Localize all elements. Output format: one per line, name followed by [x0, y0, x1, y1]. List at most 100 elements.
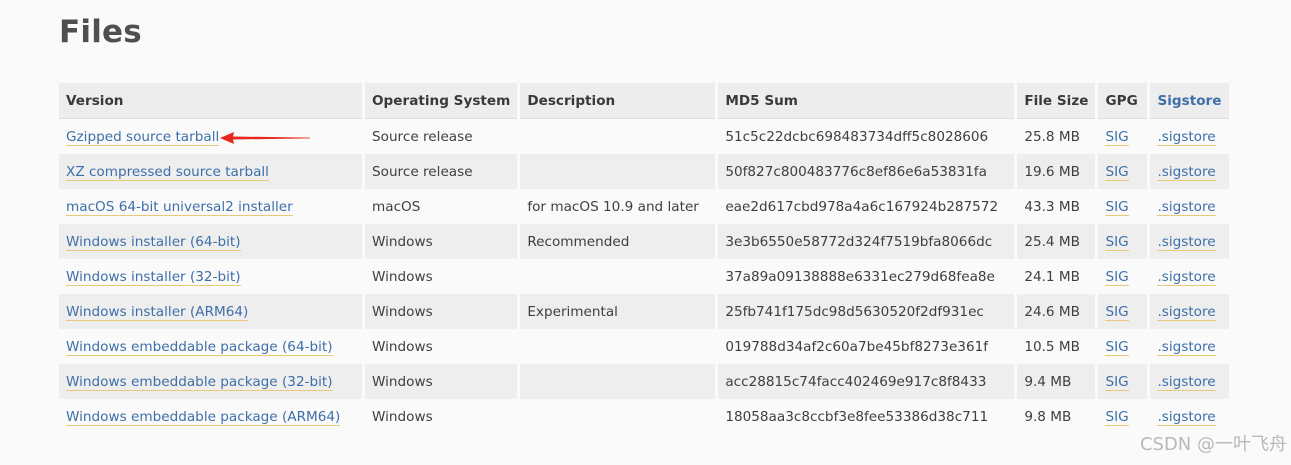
size-cell: 9.8 MB: [1017, 399, 1096, 434]
size-cell: 10.5 MB: [1017, 329, 1096, 364]
header-md5: MD5 Sum: [718, 83, 1015, 119]
sigstore-cell: .sigstore: [1150, 224, 1229, 259]
sigstore-link[interactable]: .sigstore: [1157, 408, 1216, 426]
description-cell: [520, 119, 716, 154]
header-description: Description: [520, 83, 716, 119]
table-row: Windows installer (32-bit) Windows 37a89…: [59, 259, 1229, 294]
table-row: XZ compressed source tarball Source rele…: [59, 154, 1229, 189]
gpg-cell: SIG: [1098, 329, 1148, 364]
description-cell: for macOS 10.9 and later: [520, 189, 716, 224]
download-link[interactable]: Windows embeddable package (ARM64): [66, 408, 341, 426]
header-sigstore: Sigstore: [1150, 83, 1229, 119]
page: Files Version Operating System Descripti…: [0, 0, 1291, 465]
os-cell: Windows: [365, 399, 518, 434]
version-cell: Gzipped source tarball: [59, 119, 362, 154]
table-row: Windows embeddable package (32-bit) Wind…: [59, 364, 1229, 399]
sig-link[interactable]: SIG: [1105, 128, 1129, 146]
version-cell: macOS 64-bit universal2 installer: [59, 189, 362, 224]
md5-cell: 019788d34af2c60a7be45bf8273e361f: [718, 329, 1015, 364]
gpg-cell: SIG: [1098, 259, 1148, 294]
sig-link[interactable]: SIG: [1105, 163, 1129, 181]
size-cell: 24.1 MB: [1017, 259, 1096, 294]
header-os: Operating System: [365, 83, 518, 119]
sigstore-cell: .sigstore: [1150, 189, 1229, 224]
size-cell: 24.6 MB: [1017, 294, 1096, 329]
download-link[interactable]: Windows installer (ARM64): [66, 303, 249, 321]
sigstore-header-link[interactable]: Sigstore: [1157, 93, 1221, 109]
sig-link[interactable]: SIG: [1105, 338, 1129, 356]
md5-cell: 18058aa3c8ccbf3e8fee53386d38c711: [718, 399, 1015, 434]
description-cell: [520, 399, 716, 434]
md5-cell: 51c5c22dcbc698483734dff5c8028606: [718, 119, 1015, 154]
md5-cell: acc28815c74facc402469e917c8f8433: [718, 364, 1015, 399]
os-cell: Windows: [365, 364, 518, 399]
gpg-cell: SIG: [1098, 294, 1148, 329]
md5-cell: 50f827c800483776c8ef86e6a53831fa: [718, 154, 1015, 189]
sigstore-link[interactable]: .sigstore: [1157, 198, 1216, 216]
os-cell: Windows: [365, 329, 518, 364]
sigstore-cell: .sigstore: [1150, 294, 1229, 329]
sigstore-link[interactable]: .sigstore: [1157, 338, 1216, 356]
sig-link[interactable]: SIG: [1105, 408, 1129, 426]
table-row: Windows installer (64-bit) Windows Recom…: [59, 224, 1229, 259]
download-link[interactable]: Windows installer (64-bit): [66, 233, 241, 251]
table-row: Windows embeddable package (ARM64) Windo…: [59, 399, 1229, 434]
sigstore-link[interactable]: .sigstore: [1157, 268, 1216, 286]
gpg-cell: SIG: [1098, 189, 1148, 224]
download-link[interactable]: macOS 64-bit universal2 installer: [66, 198, 293, 216]
download-link[interactable]: Windows embeddable package (32-bit): [66, 373, 333, 391]
md5-cell: 3e3b6550e58772d324f7519bfa8066dc: [718, 224, 1015, 259]
header-size: File Size: [1017, 83, 1096, 119]
md5-cell: eae2d617cbd978a4a6c167924b287572: [718, 189, 1015, 224]
sig-link[interactable]: SIG: [1105, 198, 1129, 216]
download-link[interactable]: XZ compressed source tarball: [66, 163, 269, 181]
sig-link[interactable]: SIG: [1105, 373, 1129, 391]
header-gpg: GPG: [1098, 83, 1148, 119]
table-row: Windows embeddable package (64-bit) Wind…: [59, 329, 1229, 364]
size-cell: 25.8 MB: [1017, 119, 1096, 154]
description-cell: [520, 329, 716, 364]
gpg-cell: SIG: [1098, 154, 1148, 189]
watermark: CSDN @一叶飞舟: [1139, 434, 1287, 455]
description-cell: Experimental: [520, 294, 716, 329]
version-cell: Windows installer (64-bit): [59, 224, 362, 259]
os-cell: Windows: [365, 224, 518, 259]
page-title: Files: [59, 14, 142, 50]
sig-link[interactable]: SIG: [1105, 268, 1129, 286]
table-header-row: Version Operating System Description MD5…: [59, 83, 1229, 119]
size-cell: 19.6 MB: [1017, 154, 1096, 189]
gpg-cell: SIG: [1098, 364, 1148, 399]
sigstore-link[interactable]: .sigstore: [1157, 303, 1216, 321]
md5-cell: 37a89a09138888e6331ec279d68fea8e: [718, 259, 1015, 294]
sigstore-link[interactable]: .sigstore: [1157, 233, 1216, 251]
gpg-cell: SIG: [1098, 224, 1148, 259]
md5-cell: 25fb741f175dc98d5630520f2df931ec: [718, 294, 1015, 329]
sigstore-cell: .sigstore: [1150, 259, 1229, 294]
os-cell: Source release: [365, 154, 518, 189]
gpg-cell: SIG: [1098, 399, 1148, 434]
sigstore-cell: .sigstore: [1150, 329, 1229, 364]
download-link[interactable]: Windows installer (32-bit): [66, 268, 241, 286]
sigstore-link[interactable]: .sigstore: [1157, 163, 1216, 181]
sigstore-link[interactable]: .sigstore: [1157, 373, 1216, 391]
version-cell: XZ compressed source tarball: [59, 154, 362, 189]
version-cell: Windows embeddable package (64-bit): [59, 329, 362, 364]
red-arrow-icon: [220, 132, 310, 144]
size-cell: 9.4 MB: [1017, 364, 1096, 399]
download-link[interactable]: Gzipped source tarball: [66, 128, 220, 146]
description-cell: [520, 154, 716, 189]
sigstore-cell: .sigstore: [1150, 154, 1229, 189]
sig-link[interactable]: SIG: [1105, 303, 1129, 321]
size-cell: 25.4 MB: [1017, 224, 1096, 259]
download-link[interactable]: Windows embeddable package (64-bit): [66, 338, 333, 356]
table-row: Windows installer (ARM64) Windows Experi…: [59, 294, 1229, 329]
sigstore-link[interactable]: .sigstore: [1157, 128, 1216, 146]
description-cell: [520, 259, 716, 294]
sigstore-cell: .sigstore: [1150, 364, 1229, 399]
sig-link[interactable]: SIG: [1105, 233, 1129, 251]
version-cell: Windows installer (32-bit): [59, 259, 362, 294]
size-cell: 43.3 MB: [1017, 189, 1096, 224]
version-cell: Windows installer (ARM64): [59, 294, 362, 329]
gpg-cell: SIG: [1098, 119, 1148, 154]
table-row: macOS 64-bit universal2 installer macOS …: [59, 189, 1229, 224]
